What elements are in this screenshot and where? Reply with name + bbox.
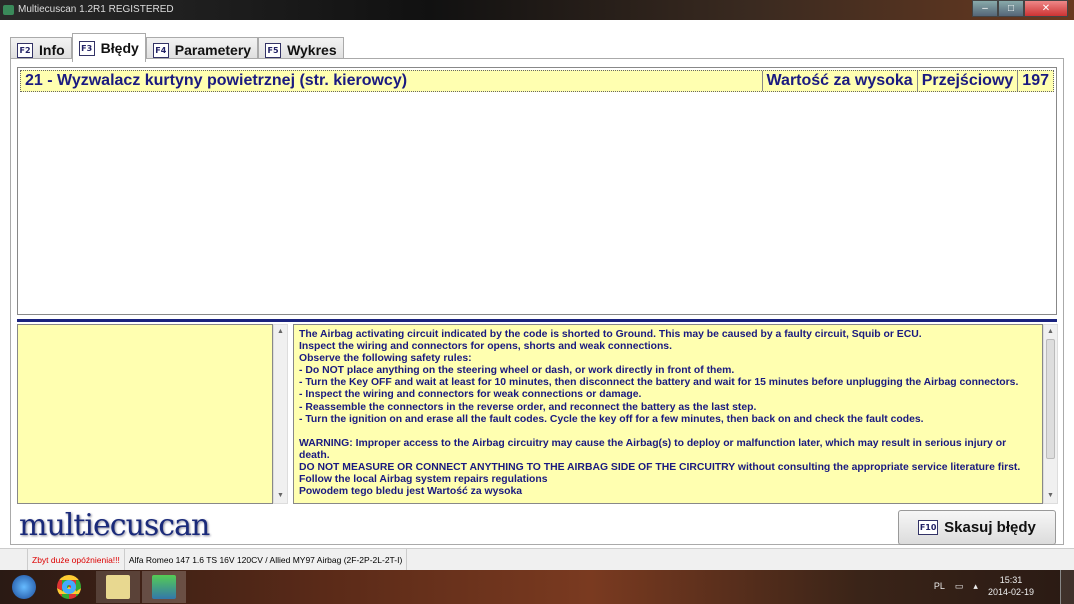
fault-condition: Wartość za wysoka xyxy=(761,71,917,91)
window-title: Multiecuscan 1.2R1 REGISTERED xyxy=(18,4,174,15)
maximize-button[interactable]: □ xyxy=(998,0,1024,17)
fault-description: 21 - Wyzwalacz kurtyny powietrznej (str.… xyxy=(25,72,408,89)
fault-count: 197 xyxy=(1017,71,1053,91)
title-bar: Multiecuscan 1.2R1 REGISTERED – □ ✕ xyxy=(0,0,1074,20)
latency-warning: Zbyt duże opóźnienia!!! xyxy=(28,549,125,570)
tab-bledy[interactable]: F3 Błędy xyxy=(71,33,146,62)
tab-label: Info xyxy=(39,42,65,58)
f10-key-icon: F10 xyxy=(918,520,939,535)
minimize-button[interactable]: – xyxy=(972,0,998,17)
fault-row[interactable]: 21 - Wyzwalacz kurtyny powietrznej (str.… xyxy=(20,70,1054,92)
multiecuscan-logo: multiecuscan xyxy=(19,508,210,543)
explorer-icon[interactable] xyxy=(96,571,140,603)
start-button[interactable] xyxy=(2,571,46,603)
clock-date: 2014-02-19 xyxy=(987,587,1034,597)
main-window: F2 Info F3 Błędy F4 Parametery F5 Wykres 21 … xyxy=(0,20,1074,548)
vehicle-info: Alfa Romeo 147 1.6 TS 16V 120CV / Allied… xyxy=(125,549,408,570)
f3-key-icon: F3 xyxy=(78,40,95,56)
fault-info-box xyxy=(17,324,273,504)
app-icon xyxy=(3,5,14,15)
faults-panel: 21 - Wyzwalacz kurtyny powietrznej (str.… xyxy=(10,58,1064,545)
tab-label: Parametery xyxy=(174,42,252,58)
f2-key-icon: F2 xyxy=(17,42,33,58)
clock[interactable]: 15:31 2014-02-19 xyxy=(988,574,1034,598)
language-indicator[interactable]: PL xyxy=(934,581,945,591)
f5-key-icon: F5 xyxy=(265,42,282,58)
fault-help-text: The Airbag activating circuit indicated … xyxy=(293,324,1043,504)
status-bar: Zbyt duże opóźnienia!!! Alfa Romeo 147 1… xyxy=(0,548,1074,570)
scroll-thumb[interactable] xyxy=(1046,339,1055,459)
tab-label: Błędy xyxy=(100,40,139,56)
clock-time: 15:31 xyxy=(999,575,1023,585)
help-scrollbar[interactable]: ▲ ▼ xyxy=(1043,324,1058,504)
clear-faults-label: Skasuj błędy xyxy=(944,519,1036,536)
keyboard-icon[interactable]: ▭ xyxy=(955,581,964,592)
close-button[interactable]: ✕ xyxy=(1024,0,1068,17)
system-tray: PL ▭ ▴ 15:31 2014-02-19 xyxy=(934,574,1034,598)
fault-list[interactable]: 21 - Wyzwalacz kurtyny powietrznej (str.… xyxy=(17,67,1057,315)
taskbar: PL ▭ ▴ 15:31 2014-02-19 xyxy=(0,570,1074,604)
chrome-icon[interactable] xyxy=(47,571,91,603)
f4-key-icon: F4 xyxy=(152,42,169,58)
show-hidden-icons[interactable]: ▴ xyxy=(973,581,978,592)
show-desktop-button[interactable] xyxy=(1060,570,1074,604)
left-scrollbar[interactable]: ▲ ▼ xyxy=(273,324,288,504)
tab-label: Wykres xyxy=(287,42,337,58)
clear-faults-button[interactable]: F10 Skasuj błędy xyxy=(898,510,1056,545)
fault-type: Przejściowy xyxy=(916,71,1018,91)
multiecuscan-taskbar-icon[interactable] xyxy=(142,571,186,603)
splitter[interactable] xyxy=(17,319,1057,322)
